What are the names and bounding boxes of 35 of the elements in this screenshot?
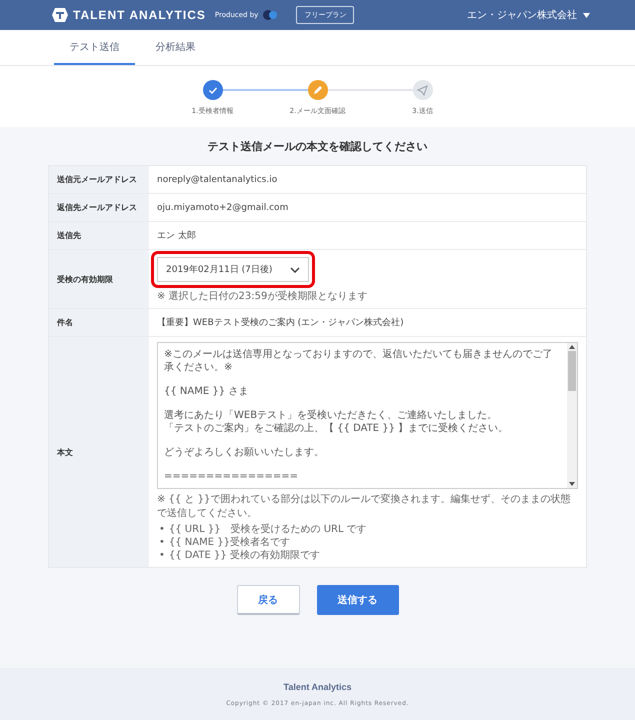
bullet: • xyxy=(159,536,165,549)
tab[interactable]: 分析結果 xyxy=(135,30,216,65)
send-button[interactable]: 送信する xyxy=(316,585,398,615)
logo-text: TALENT ANALYTICS xyxy=(73,8,206,22)
page-title: テスト送信メールの本文を確認してください xyxy=(208,139,428,154)
en-logo-icon xyxy=(263,10,278,20)
note-text: ※ {{ と }}で囲われている部分は以下のルールで変換されます。編集せず、そのままの状態で送信してください。 xyxy=(157,492,572,520)
date-dropdown[interactable]: 2019年02月11日 (7日後) xyxy=(157,257,310,282)
rule-text: {{ DATE }} 受検の有効期限です xyxy=(168,549,320,562)
rule-text: {{ URL }} 受検を受けるための URL です xyxy=(168,523,367,536)
field-label: 受検の有効期限 xyxy=(57,274,113,284)
field-value: エン 太郎 xyxy=(157,230,197,242)
scrollbar-thumb[interactable] xyxy=(568,351,576,391)
rule-text: {{ NAME }}受検者名です xyxy=(168,536,290,549)
field-value: 【重要】WEBテスト受検のご案内 (エン・ジャパン株式会社) xyxy=(157,316,405,329)
scrollbar[interactable] xyxy=(567,343,577,488)
field-value: noreply@talentanalytics.io xyxy=(157,174,278,184)
field-label: 送信元メールアドレス xyxy=(57,174,137,185)
field-label: 送信先 xyxy=(57,230,81,241)
back-button[interactable]: 戻る xyxy=(236,585,300,615)
field-value: oju.miyamoto+2@gmail.com xyxy=(157,202,290,212)
footer-brand: Talent Analytics xyxy=(283,682,352,692)
bullet: • xyxy=(159,523,165,536)
caret-icon[interactable] xyxy=(583,12,590,18)
field-label: 本文 xyxy=(57,446,73,458)
bullet: • xyxy=(159,549,165,562)
scroll-up-icon[interactable] xyxy=(569,345,575,349)
email-body-field[interactable]: ※このメールは送信専用となっておりますので、返信いただいても届きませんのでご了承ください。※ {{ NAME }} さま 選考にあたり「WEBテスト」を受検いただきたく、ご連絡いたしました。 「テストのご案内」をご確認の上、【 {{ DATE }} 】までに受検ください。 どうぞよろしくお願いいたします。 ================ xyxy=(157,342,578,489)
note-text: ※ 選択した日付の23:59が受検期限となります xyxy=(157,290,368,303)
field-label: 件名 xyxy=(57,317,73,328)
company-menu[interactable]: エン・ジャパン株式会社 xyxy=(467,8,577,22)
scroll-down-icon[interactable] xyxy=(569,482,575,486)
field-label: 返信先メールアドレス xyxy=(57,202,137,213)
logo-icon xyxy=(52,7,68,23)
chevron-down-icon xyxy=(290,266,300,272)
